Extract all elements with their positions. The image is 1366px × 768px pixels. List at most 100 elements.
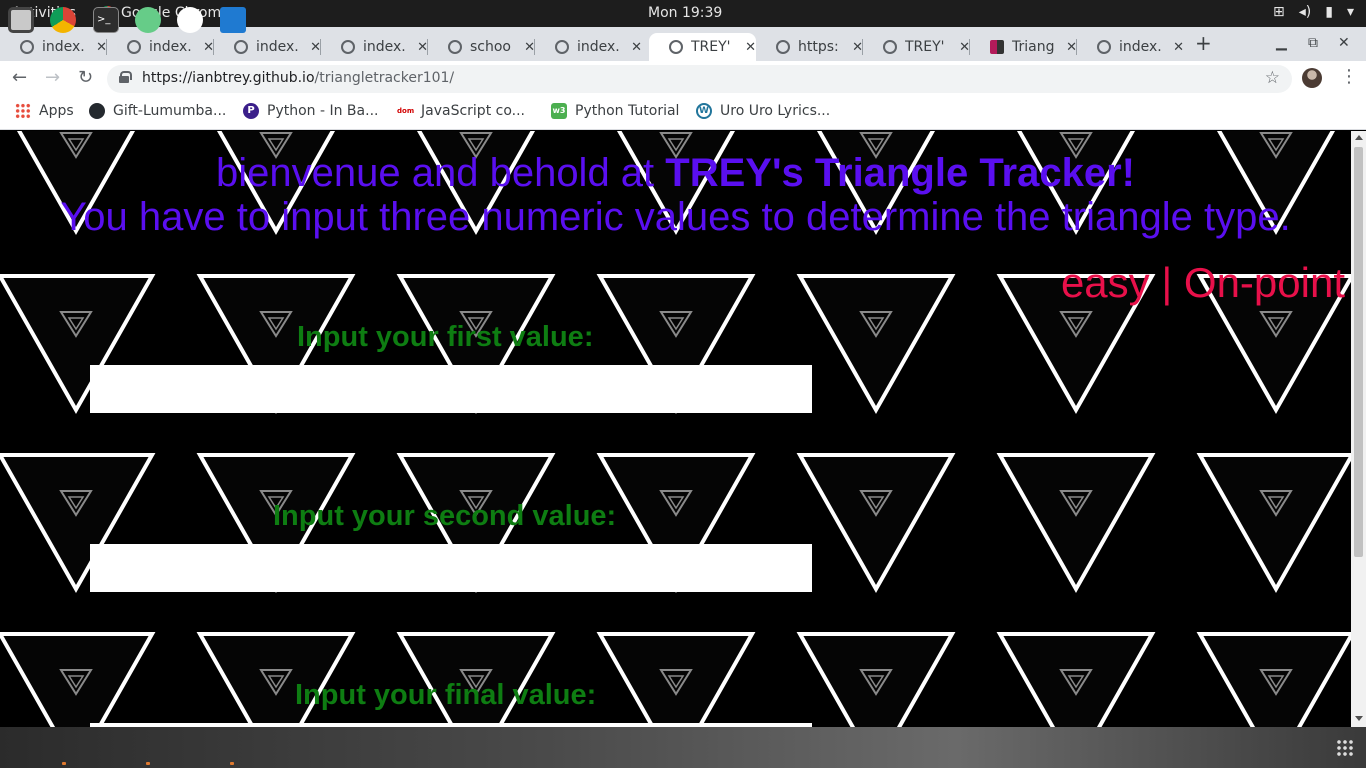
nav-links[interactable]: easy | On-point [1061, 259, 1345, 307]
maximize-button[interactable]: ⧉ [1308, 35, 1318, 51]
browser-tab[interactable]: index. ✕ [214, 33, 321, 61]
triangle-decoration [1196, 632, 1351, 727]
bookmark-item[interactable]: W Uro Uro Lyrics... [696, 103, 830, 119]
browser-tab[interactable]: index. ✕ [107, 33, 214, 61]
running-indicator [62, 762, 66, 765]
scrollbar-thumb[interactable] [1354, 147, 1363, 557]
browser-tab[interactable]: index. ✕ [535, 33, 642, 61]
bookmark-apps[interactable]: Apps [15, 103, 74, 119]
javascript-icon: dom [397, 103, 414, 119]
w3schools-icon: w3 [551, 103, 567, 119]
final-value-label: Input your final value: [295, 679, 597, 711]
globe-icon [127, 40, 141, 54]
bookmark-label: Python Tutorial [575, 103, 680, 119]
bookmark-label: JavaScript co... [421, 103, 525, 119]
globe-icon [341, 40, 355, 54]
browser-tab-active[interactable]: TREY' ✕ [649, 33, 756, 61]
running-indicator [230, 762, 234, 765]
profile-avatar[interactable] [1302, 68, 1322, 88]
bookmark-item[interactable]: P Python - In Ba... [243, 103, 378, 119]
browser-toolbar: ← → ↻ https://ianbtrey.github.io/triangl… [0, 61, 1366, 97]
globe-icon [234, 40, 248, 54]
close-window-button[interactable]: ✕ [1338, 35, 1350, 51]
title-brand: TREY's Triangle Tracker! [665, 151, 1135, 195]
system-tray[interactable]: ⊞ ◂) ▮ ▾ [1273, 4, 1354, 20]
browser-tab[interactable]: Triang ✕ [970, 33, 1077, 61]
tab-title: TREY' [691, 39, 731, 55]
url-text[interactable]: https://ianbtrey.github.io/triangletrack… [142, 70, 454, 86]
bookmark-label: Apps [39, 103, 74, 119]
triangle-decoration [596, 632, 756, 727]
reload-button[interactable]: ↻ [78, 67, 93, 88]
browser-tab[interactable]: https: ✕ [756, 33, 863, 61]
page-scrollbar[interactable] [1351, 131, 1366, 727]
back-button[interactable]: ← [12, 67, 27, 88]
bookmark-item[interactable]: dom JavaScript co... [397, 103, 525, 119]
slack-app-icon[interactable] [177, 7, 203, 33]
browser-tab[interactable]: index. ✕ [1077, 33, 1184, 61]
minimize-button[interactable]: ▁ [1276, 35, 1287, 51]
github-icon [89, 103, 105, 119]
triangle-decoration [796, 632, 956, 727]
globe-icon [448, 40, 462, 54]
files-app-icon[interactable] [8, 7, 34, 33]
scroll-up-arrow[interactable] [1355, 135, 1363, 140]
network-icon: ⊞ [1273, 4, 1285, 20]
browser-tab[interactable]: schoo ✕ [428, 33, 535, 61]
close-icon[interactable]: ✕ [1173, 40, 1184, 55]
apps-grid-icon [15, 103, 31, 119]
tab-title: index. [1119, 39, 1162, 55]
triangle-decoration [996, 453, 1156, 594]
title-prefix: bienvenue and behold at [216, 151, 666, 195]
second-value-input[interactable] [90, 544, 812, 592]
browser-tab[interactable]: TREY' ✕ [863, 33, 970, 61]
globe-icon [883, 40, 897, 54]
triangle-decoration [796, 453, 956, 594]
tab-title: index. [149, 39, 192, 55]
new-tab-button[interactable]: + [1195, 31, 1212, 55]
vscode-app-icon[interactable] [220, 7, 246, 33]
atom-app-icon[interactable] [135, 7, 161, 33]
globe-icon [669, 40, 683, 54]
clock[interactable]: Mon 19:39 [648, 5, 722, 21]
tab-title: index. [363, 39, 406, 55]
wordpress-icon: W [696, 103, 712, 119]
chrome-menu-icon[interactable]: ⋮ [1340, 66, 1358, 87]
tab-title: index. [256, 39, 299, 55]
lock-icon[interactable] [119, 71, 132, 83]
page-title: bienvenue and behold at TREY's Triangle … [0, 151, 1351, 196]
forward-button[interactable]: → [45, 67, 60, 88]
globe-icon [20, 40, 34, 54]
bookmark-star-icon[interactable]: ☆ [1265, 68, 1280, 88]
triangle-decoration [996, 632, 1156, 727]
tab-title: https: [798, 39, 839, 55]
system-top-bar: Activities Google Chrome ▾ Mon 19:39 ⊞ ◂… [0, 0, 1366, 27]
terminal-app-icon[interactable]: >_ [93, 7, 119, 33]
python-icon: P [243, 103, 259, 119]
bookmark-item[interactable]: w3 Python Tutorial [551, 103, 679, 119]
first-value-input[interactable] [90, 365, 812, 413]
triangle-decoration [0, 632, 156, 727]
tab-title: TREY' [905, 39, 945, 55]
page-viewport: bienvenue and behold at TREY's Triangle … [0, 131, 1351, 727]
chevron-down-icon: ▾ [1346, 4, 1354, 20]
document-icon [990, 40, 1004, 54]
bookmarks-bar: Apps Gift-Lumumba... P Python - In Ba... … [0, 97, 1366, 130]
scroll-down-arrow[interactable] [1355, 716, 1363, 721]
show-applications-icon[interactable] [1336, 739, 1354, 757]
browser-tab[interactable]: index. ✕ [321, 33, 428, 61]
address-bar[interactable]: https://ianbtrey.github.io/triangletrack… [107, 65, 1292, 93]
tab-strip: index. ✕ index. ✕ index. ✕ index. ✕ schoo ✕ i… [0, 27, 1366, 61]
bookmark-item[interactable]: Gift-Lumumba... [89, 103, 226, 119]
browser-tab[interactable]: index. ✕ [0, 33, 107, 61]
tab-title: Triang [1012, 39, 1055, 55]
bookmark-label: Uro Uro Lyrics... [720, 103, 831, 119]
taskbar-dock [0, 727, 1366, 768]
triangle-decoration [1196, 453, 1351, 594]
triangle-decoration [796, 274, 956, 415]
running-indicator [146, 762, 150, 765]
url-path: /triangletracker101/ [314, 70, 455, 86]
close-icon[interactable]: ✕ [631, 40, 642, 55]
chrome-app-icon[interactable] [50, 7, 76, 33]
close-icon[interactable]: ✕ [745, 40, 756, 55]
